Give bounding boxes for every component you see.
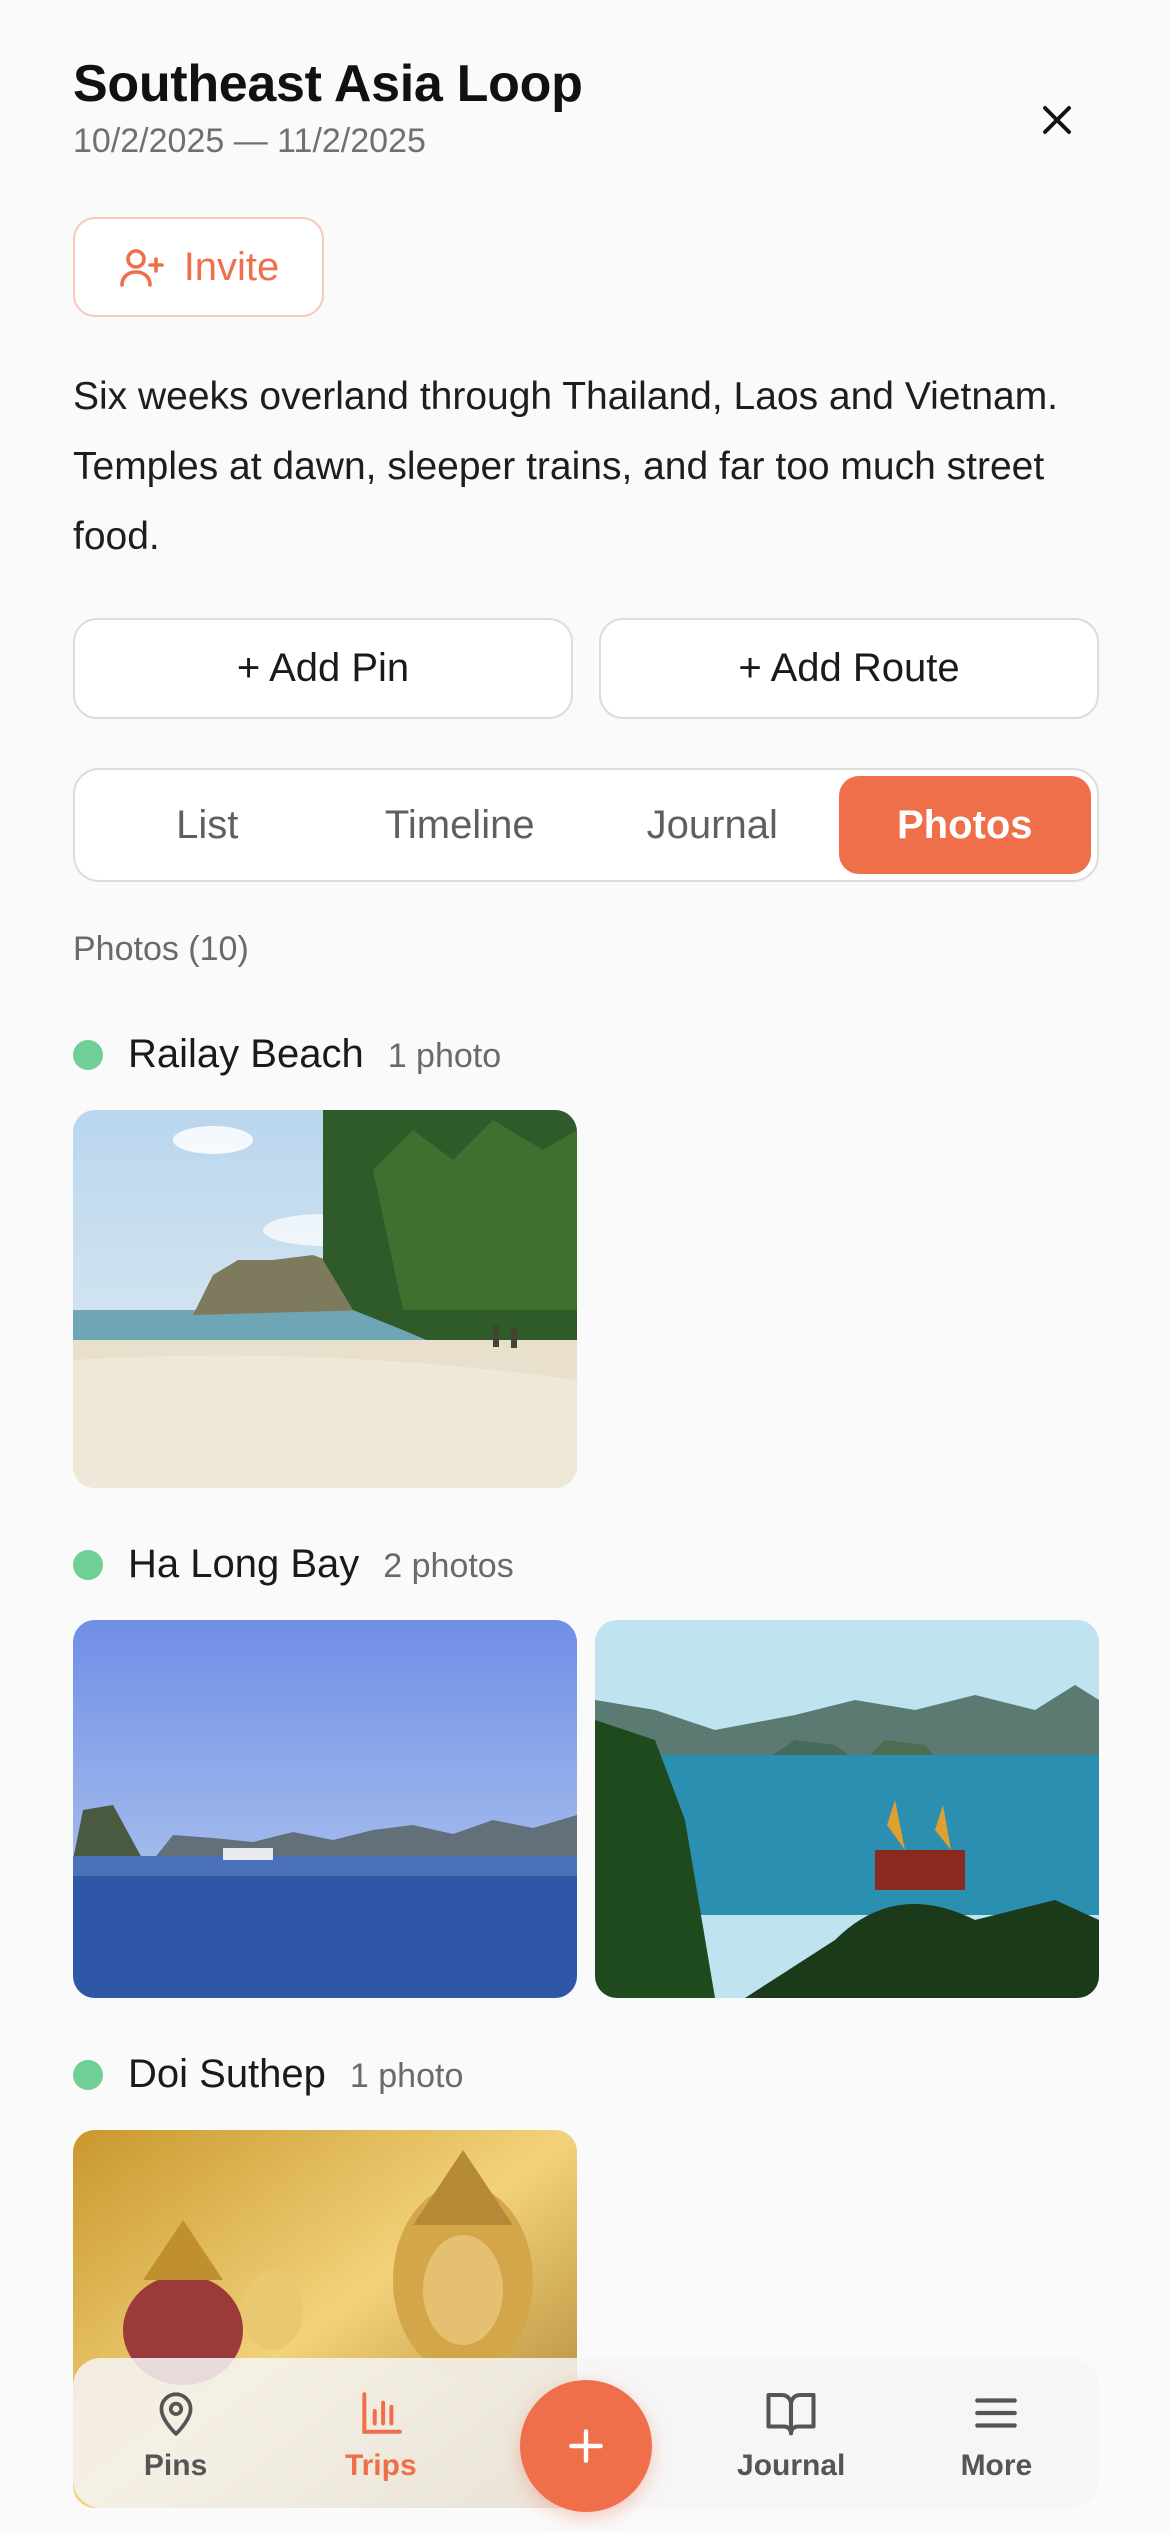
group-count: 2 photos — [383, 1547, 514, 1585]
group-place: Ha Long Bay — [128, 1542, 360, 1586]
nav-trips-label: Trips — [344, 2449, 417, 2482]
close-button[interactable] — [1017, 80, 1097, 160]
photo-group-header: Doi Suthep 1 photo — [73, 2052, 463, 2097]
group-place: Railay Beach — [128, 1032, 364, 1076]
add-fab-button[interactable] — [520, 2380, 652, 2512]
photo-group-header: Ha Long Bay 2 photos — [73, 1542, 514, 1587]
tab-timeline[interactable]: Timeline — [334, 776, 587, 874]
photo-thumbnail[interactable] — [595, 1620, 1099, 1998]
invite-button[interactable]: Invite — [73, 217, 324, 317]
pin-dot — [73, 1039, 103, 1070]
add-route-button[interactable]: + Add Route — [599, 618, 1099, 719]
nav-journal[interactable]: Journal — [689, 2383, 894, 2483]
photo-group-header: Railay Beach 1 photo — [73, 1032, 501, 1077]
nav-more[interactable]: More — [894, 2383, 1099, 2483]
nav-pins-label: Pins — [143, 2449, 208, 2482]
trip-dates: 10/2/2025 — 11/2/2025 — [73, 122, 426, 160]
invite-label: Invite — [183, 244, 280, 289]
group-count: 1 photo — [387, 1037, 502, 1075]
close-icon — [1043, 106, 1071, 134]
trip-title: Southeast Asia Loop — [73, 55, 583, 113]
bar-chart-icon — [362, 2392, 402, 2434]
trip-header: Southeast Asia Loop 10/2/2025 — 11/2/202… — [73, 50, 1097, 162]
view-tabs: List Timeline Journal Photos — [73, 768, 1099, 882]
fab-slot — [483, 2358, 688, 2512]
photo-thumbnail[interactable] — [73, 1620, 577, 1998]
group-count: 1 photo — [349, 2057, 464, 2095]
user-plus-icon — [119, 249, 164, 287]
nav-trips[interactable]: Trips — [278, 2383, 483, 2483]
bottom-nav: Pins Trips Journal More — [73, 2358, 1099, 2512]
pin-dot — [73, 1549, 103, 1580]
nav-journal-label: Journal — [737, 2449, 846, 2482]
menu-icon — [975, 2398, 1018, 2428]
photos-count-label: Photos (10) — [73, 930, 249, 968]
nav-pins[interactable]: Pins — [73, 2383, 278, 2483]
tab-journal[interactable]: Journal — [586, 776, 839, 874]
book-open-icon — [766, 2392, 816, 2436]
plus-icon — [569, 2429, 603, 2463]
map-pin-icon — [159, 2392, 193, 2436]
tab-photos[interactable]: Photos — [838, 776, 1091, 874]
photo-thumbnail[interactable] — [73, 1110, 577, 1488]
action-row: + Add Pin + Add Route — [73, 618, 1099, 719]
tab-list[interactable]: List — [81, 776, 334, 874]
nav-more-label: More — [960, 2449, 1033, 2482]
pin-dot — [73, 2059, 103, 2090]
group-place: Doi Suthep — [128, 2052, 326, 2096]
trip-description: Six weeks overland through Thailand, Lao… — [73, 375, 1059, 558]
add-pin-button[interactable]: + Add Pin — [73, 618, 573, 719]
